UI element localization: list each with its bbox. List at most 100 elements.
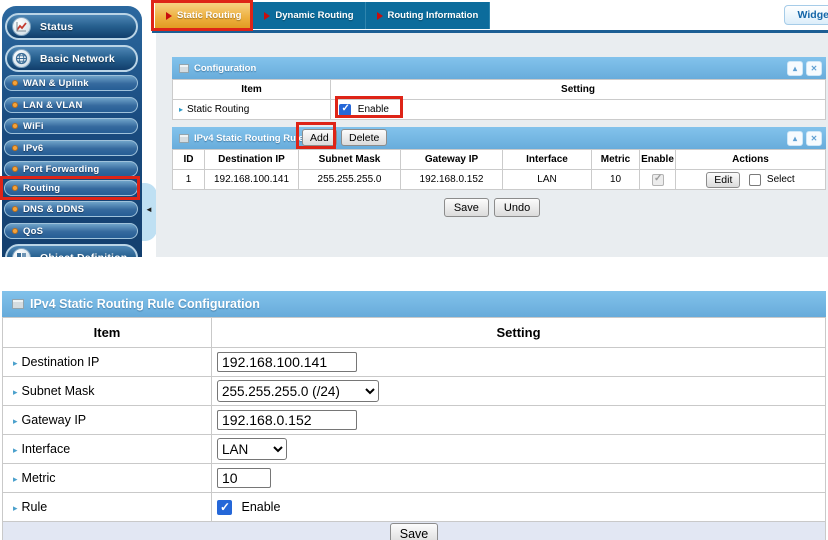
column-header-interface: Interface — [503, 150, 592, 170]
table-row: ▸ Static Routing Enable — [173, 100, 826, 120]
sidebar-collapse-handle[interactable]: ◄ — [142, 183, 157, 241]
row-arrow-icon: ▸ — [13, 445, 18, 455]
save-button[interactable]: Save — [444, 198, 489, 217]
form-row-subnet-mask: ▸ Subnet Mask 255.255.255.0 (/24) — [3, 377, 826, 406]
tab-label: Dynamic Routing — [275, 10, 353, 21]
sidebar-item-label: Basic Network — [40, 53, 115, 65]
sidebar-item-label: QoS — [23, 226, 43, 237]
object-definition-icon — [12, 248, 31, 257]
collapse-left-icon: ◄ — [145, 205, 153, 214]
rule-list-panel-header: IPv4 Static Routing Rule List Add Delete… — [172, 127, 826, 149]
window-icon — [179, 64, 189, 73]
sidebar-item-label: Port Forwarding — [23, 164, 99, 175]
tab-dynamic-routing[interactable]: Dynamic Routing — [253, 2, 365, 29]
form-row-interface: ▸Interface LAN — [3, 435, 826, 464]
column-header-item: Item — [3, 318, 212, 348]
list-actions: Save Undo — [156, 198, 828, 217]
destination-ip-input[interactable] — [217, 352, 357, 372]
rule-list-panel: IPv4 Static Routing Rule List Add Delete… — [172, 127, 826, 190]
row-arrow-icon: ▸ — [13, 387, 18, 397]
metric-input[interactable] — [217, 468, 271, 488]
sidebar-item-lan-vlan[interactable]: LAN & VLAN — [4, 97, 138, 113]
tab-static-routing[interactable]: Static Routing — [155, 2, 253, 29]
sidebar-item-label: LAN & VLAN — [23, 100, 83, 111]
sidebar-item-label: Object Definition — [40, 252, 127, 258]
gateway-ip-input[interactable] — [217, 410, 357, 430]
form-row-metric: ▸ Metric — [3, 464, 826, 493]
row-label: Gateway IP — [22, 413, 87, 427]
save-rule-button[interactable]: Save — [390, 523, 438, 540]
sidebar-item-basic-network[interactable]: Basic Network — [5, 45, 138, 72]
undo-button[interactable]: Undo — [494, 198, 540, 217]
collapse-panel-button[interactable]: ▴ — [787, 61, 803, 76]
column-header-id: ID — [173, 150, 205, 170]
row-label: Destination IP — [22, 355, 100, 369]
row-arrow-icon: ▸ — [13, 474, 18, 484]
rule-id: 1 — [173, 170, 205, 190]
sidebar-item-dns-ddns[interactable]: DNS & DDNS — [4, 201, 138, 217]
window-icon — [12, 299, 24, 309]
rule-metric: 10 — [592, 170, 640, 190]
status-chart-icon — [12, 17, 31, 36]
tab-arrow-icon — [264, 12, 270, 20]
column-header-destination-ip: Destination IP — [205, 150, 299, 170]
row-label: Static Routing — [187, 104, 249, 115]
sidebar-item-label: WiFi — [23, 121, 44, 132]
bullet-icon — [12, 80, 18, 86]
rule-destination-ip: 192.168.100.141 — [205, 170, 299, 190]
column-header-setting: Setting — [212, 318, 826, 348]
tab-arrow-icon — [166, 12, 172, 20]
router-admin-screen: Status Basic Network WAN & Uplink LAN & … — [0, 0, 828, 540]
sidebar-item-port-forwarding[interactable]: Port Forwarding — [4, 161, 138, 177]
select-rule-checkbox[interactable] — [749, 174, 761, 186]
sidebar-item-wan-uplink[interactable]: WAN & Uplink — [4, 75, 138, 91]
row-arrow-icon: ▸ — [13, 503, 18, 513]
collapse-panel-button[interactable]: ▴ — [787, 131, 803, 146]
bullet-icon — [12, 145, 18, 151]
add-rule-button[interactable]: Add — [302, 129, 337, 146]
static-routing-enable-checkbox[interactable] — [339, 104, 351, 116]
row-arrow-icon: ▸ — [13, 416, 18, 426]
interface-select[interactable]: LAN — [217, 438, 287, 460]
tab-label: Static Routing — [177, 10, 241, 21]
rule-gateway-ip: 192.168.0.152 — [401, 170, 503, 190]
sidebar-item-label: DNS & DDNS — [23, 204, 84, 215]
bullet-icon — [12, 123, 18, 129]
checkbox-label: Enable — [358, 104, 389, 115]
configuration-panel: Configuration ▴ ✕ Item Setting ▸Static R… — [172, 57, 826, 120]
delete-rule-button[interactable]: Delete — [341, 129, 387, 146]
rule-subnet-mask: 255.255.255.0 — [299, 170, 401, 190]
close-panel-button[interactable]: ✕ — [806, 61, 822, 76]
rule-list-table: ID Destination IP Subnet Mask Gateway IP… — [172, 149, 826, 190]
row-arrow-icon: ▸ — [179, 105, 183, 114]
row-label: Metric — [22, 471, 56, 485]
sidebar-item-status[interactable]: Status — [5, 13, 138, 40]
tab-routing-information[interactable]: Routing Information — [366, 2, 491, 29]
globe-icon — [12, 49, 31, 68]
edit-rule-button[interactable]: Edit — [706, 172, 740, 188]
sidebar-item-ipv6[interactable]: IPv6 — [4, 140, 138, 156]
column-header-subnet-mask: Subnet Mask — [299, 150, 401, 170]
sidebar-item-routing[interactable]: Routing — [4, 180, 138, 196]
sidebar-item-qos[interactable]: QoS — [4, 223, 138, 239]
sidebar-item-object-definition[interactable]: Object Definition — [5, 244, 138, 257]
column-header-metric: Metric — [592, 150, 640, 170]
panel-title: Configuration — [194, 63, 256, 74]
sidebar-item-label: Status — [40, 21, 73, 33]
sidebar-item-label: WAN & Uplink — [23, 78, 89, 89]
bullet-icon — [12, 206, 18, 212]
sidebar-item-wifi[interactable]: WiFi — [4, 118, 138, 134]
subnet-mask-select[interactable]: 255.255.255.0 (/24) — [217, 380, 379, 402]
rule-enable-checkbox — [652, 174, 664, 186]
rule-enable-checkbox[interactable] — [217, 500, 232, 515]
row-label: Subnet Mask — [22, 384, 95, 398]
column-header-actions: Actions — [676, 150, 826, 170]
row-arrow-icon: ▸ — [13, 358, 18, 368]
close-panel-button[interactable]: ✕ — [806, 131, 822, 146]
widget-button[interactable]: Widget — [784, 5, 828, 25]
bullet-icon — [12, 166, 18, 172]
tab-label: Routing Information — [388, 10, 479, 21]
sidebar-item-label: IPv6 — [23, 143, 43, 154]
rule-row: 1 192.168.100.141 255.255.255.0 192.168.… — [173, 170, 826, 190]
bullet-icon — [12, 102, 18, 108]
